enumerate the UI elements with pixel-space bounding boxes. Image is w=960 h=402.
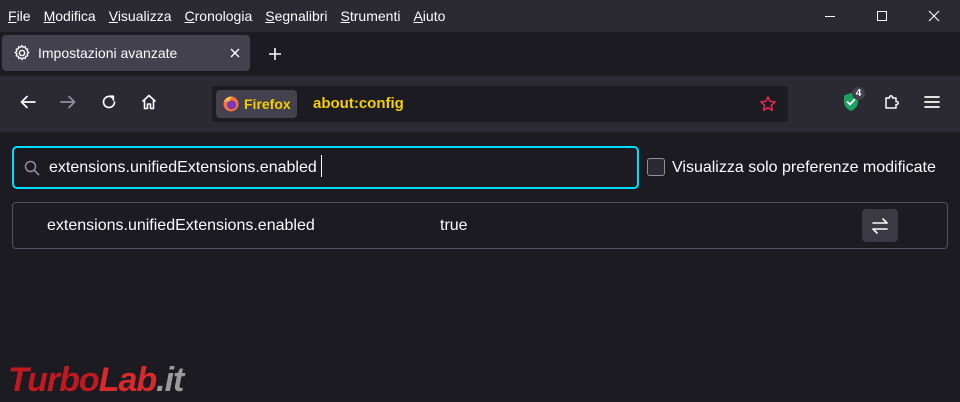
menu-modifica-label: odifica (55, 8, 96, 24)
text-caret (320, 154, 322, 177)
pref-name: extensions.unifiedExtensions.enabled (47, 217, 315, 234)
watermark-part-2: Lab (98, 360, 157, 399)
extensions-button[interactable] (874, 86, 910, 118)
close-window-button[interactable] (908, 0, 960, 32)
reload-icon (102, 95, 116, 109)
new-tab-button[interactable] (262, 41, 288, 67)
tab-title: Impostazioni avanzate (38, 45, 178, 61)
main-menu: File Modifica Visualizza Cronologia Segn… (0, 5, 458, 27)
menu-strumenti[interactable]: Strumenti (341, 5, 408, 27)
menu-segnalibri-label: egnalibri (274, 8, 328, 24)
bookmark-star-icon[interactable] (759, 95, 777, 113)
hamburger-icon (924, 96, 940, 108)
menu-bar: File Modifica Visualizza Cronologia Segn… (0, 0, 960, 32)
minimize-icon (825, 16, 835, 17)
search-icon (24, 160, 40, 176)
plus-icon (269, 48, 281, 60)
menu-visualizza-label: isualizza (117, 8, 172, 24)
forward-button[interactable] (52, 86, 84, 118)
menu-cronologia[interactable]: Cronologia (185, 5, 260, 27)
toggle-button[interactable] (862, 209, 898, 242)
shield-extension-button[interactable]: 4 (833, 86, 869, 118)
close-icon (928, 10, 940, 22)
gear-icon (14, 44, 30, 61)
menu-visualizza-accel: V (108, 8, 118, 24)
menu-cronologia-label: ronologia (194, 8, 253, 24)
close-tab-icon[interactable] (228, 46, 242, 60)
navigation-toolbar: Firefox about:config 4 (0, 76, 960, 132)
identity-label: Firefox (244, 96, 291, 112)
extension-badge: 4 (852, 87, 865, 100)
forward-arrow-icon (60, 95, 76, 109)
maximize-icon (877, 11, 887, 21)
maximize-button[interactable] (856, 0, 908, 32)
search-input[interactable]: extensions.unifiedExtensions.enabled (12, 146, 639, 189)
search-value-text: extensions.unifiedExtensions.enabled (49, 159, 317, 176)
toggle-arrows-icon (872, 217, 888, 234)
window-controls (804, 0, 960, 32)
app-menu-button[interactable] (914, 86, 950, 118)
menu-file-label: ile (16, 8, 31, 24)
menu-visualizza[interactable]: Visualizza (109, 5, 179, 27)
table-row[interactable]: extensions.unifiedExtensions.enabled tru… (12, 202, 948, 249)
menu-file-accel: F (8, 8, 17, 24)
show-modified-checkbox[interactable] (647, 158, 665, 176)
menu-modifica[interactable]: Modifica (44, 5, 103, 27)
menu-aiuto-label: iuto (422, 8, 446, 24)
menu-file[interactable]: File (8, 5, 38, 27)
menu-modifica-accel: M (43, 8, 56, 24)
back-button[interactable] (12, 86, 44, 118)
watermark-part-3: .it (156, 360, 184, 399)
tab-impostazioni-avanzate[interactable]: Impostazioni avanzate (2, 35, 250, 71)
menu-segnalibri[interactable]: Segnalibri (265, 5, 334, 27)
firefox-logo-icon (223, 96, 239, 112)
menu-strumenti-accel: S (340, 8, 350, 24)
search-value: extensions.unifiedExtensions.enabled (49, 148, 322, 187)
url-text[interactable]: about:config (313, 86, 404, 122)
home-icon (141, 94, 157, 110)
minimize-button[interactable] (804, 0, 856, 32)
reload-button[interactable] (93, 86, 125, 118)
url-bar[interactable]: Firefox about:config (212, 86, 788, 122)
back-arrow-icon (20, 95, 36, 109)
menu-cronologia-accel: C (184, 8, 195, 24)
menu-strumenti-label: trumenti (349, 8, 401, 24)
menu-aiuto-accel: A (413, 8, 423, 24)
watermark-logo: Turbo Lab .it (8, 360, 184, 400)
tab-strip: Impostazioni avanzate (0, 32, 960, 76)
home-button[interactable] (133, 86, 165, 118)
watermark-part-1: Turbo (8, 360, 100, 399)
show-modified-label[interactable]: Visualizza solo preferenze modificate (672, 158, 936, 178)
menu-segnalibri-accel: S (265, 8, 275, 24)
identity-box[interactable]: Firefox (216, 90, 297, 118)
menu-aiuto[interactable]: Aiuto (413, 5, 452, 27)
pref-value: true (440, 217, 468, 234)
puzzle-icon (885, 95, 899, 109)
